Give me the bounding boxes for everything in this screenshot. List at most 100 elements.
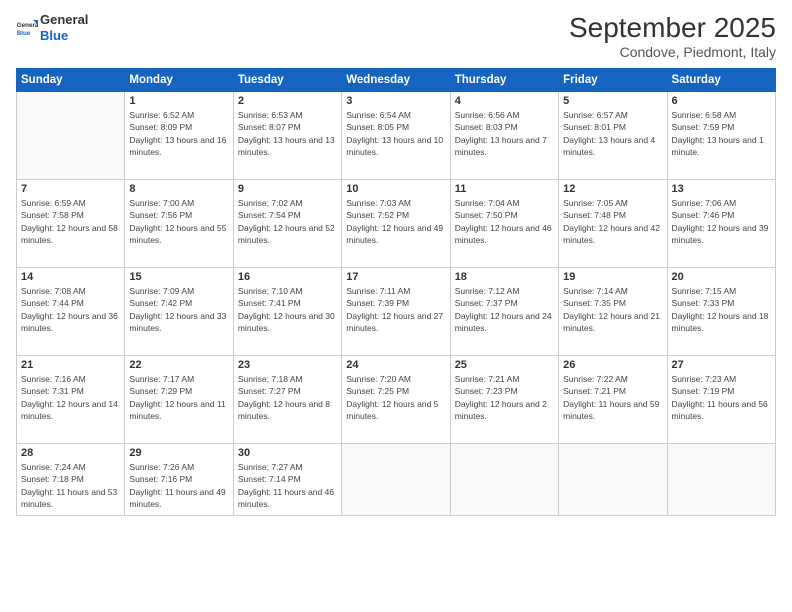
location: Condove, Piedmont, Italy (569, 44, 776, 60)
cell-info: Sunrise: 7:05 AMSunset: 7:48 PMDaylight:… (563, 197, 662, 246)
table-row: 3 Sunrise: 6:54 AMSunset: 8:05 PMDayligh… (342, 92, 450, 180)
table-row: 4 Sunrise: 6:56 AMSunset: 8:03 PMDayligh… (450, 92, 558, 180)
table-row: 20 Sunrise: 7:15 AMSunset: 7:33 PMDaylig… (667, 268, 775, 356)
table-row (559, 444, 667, 516)
header-friday: Friday (559, 69, 667, 92)
table-row: 24 Sunrise: 7:20 AMSunset: 7:25 PMDaylig… (342, 356, 450, 444)
table-row: 29 Sunrise: 7:26 AMSunset: 7:16 PMDaylig… (125, 444, 233, 516)
cell-info: Sunrise: 6:53 AMSunset: 8:07 PMDaylight:… (238, 109, 337, 158)
cell-date: 19 (563, 271, 662, 283)
table-row: 22 Sunrise: 7:17 AMSunset: 7:29 PMDaylig… (125, 356, 233, 444)
logo-icon: General Blue (16, 17, 38, 39)
cell-date: 18 (455, 271, 554, 283)
cell-date: 24 (346, 359, 445, 371)
table-row: 19 Sunrise: 7:14 AMSunset: 7:35 PMDaylig… (559, 268, 667, 356)
table-row: 9 Sunrise: 7:02 AMSunset: 7:54 PMDayligh… (233, 180, 341, 268)
table-row: 26 Sunrise: 7:22 AMSunset: 7:21 PMDaylig… (559, 356, 667, 444)
cell-info: Sunrise: 6:59 AMSunset: 7:58 PMDaylight:… (21, 197, 120, 246)
header-thursday: Thursday (450, 69, 558, 92)
table-row: 11 Sunrise: 7:04 AMSunset: 7:50 PMDaylig… (450, 180, 558, 268)
table-row (342, 444, 450, 516)
table-row: 17 Sunrise: 7:11 AMSunset: 7:39 PMDaylig… (342, 268, 450, 356)
table-row: 10 Sunrise: 7:03 AMSunset: 7:52 PMDaylig… (342, 180, 450, 268)
cell-info: Sunrise: 7:26 AMSunset: 7:16 PMDaylight:… (129, 461, 228, 510)
cell-info: Sunrise: 7:27 AMSunset: 7:14 PMDaylight:… (238, 461, 337, 510)
table-row: 30 Sunrise: 7:27 AMSunset: 7:14 PMDaylig… (233, 444, 341, 516)
cell-info: Sunrise: 7:18 AMSunset: 7:27 PMDaylight:… (238, 373, 337, 422)
table-row: 6 Sunrise: 6:58 AMSunset: 7:59 PMDayligh… (667, 92, 775, 180)
header-wednesday: Wednesday (342, 69, 450, 92)
cell-date: 9 (238, 183, 337, 195)
table-row: 8 Sunrise: 7:00 AMSunset: 7:56 PMDayligh… (125, 180, 233, 268)
table-row: 23 Sunrise: 7:18 AMSunset: 7:27 PMDaylig… (233, 356, 341, 444)
table-row: 15 Sunrise: 7:09 AMSunset: 7:42 PMDaylig… (125, 268, 233, 356)
table-row: 14 Sunrise: 7:08 AMSunset: 7:44 PMDaylig… (17, 268, 125, 356)
cell-date: 10 (346, 183, 445, 195)
header-saturday: Saturday (667, 69, 775, 92)
cell-date: 20 (672, 271, 771, 283)
cell-info: Sunrise: 7:23 AMSunset: 7:19 PMDaylight:… (672, 373, 771, 422)
cell-info: Sunrise: 7:02 AMSunset: 7:54 PMDaylight:… (238, 197, 337, 246)
table-row (450, 444, 558, 516)
cell-info: Sunrise: 7:21 AMSunset: 7:23 PMDaylight:… (455, 373, 554, 422)
cell-info: Sunrise: 7:20 AMSunset: 7:25 PMDaylight:… (346, 373, 445, 422)
cell-date: 16 (238, 271, 337, 283)
cell-info: Sunrise: 7:08 AMSunset: 7:44 PMDaylight:… (21, 285, 120, 334)
cell-info: Sunrise: 7:04 AMSunset: 7:50 PMDaylight:… (455, 197, 554, 246)
cell-date: 21 (21, 359, 120, 371)
cell-info: Sunrise: 6:58 AMSunset: 7:59 PMDaylight:… (672, 109, 771, 158)
cell-info: Sunrise: 6:54 AMSunset: 8:05 PMDaylight:… (346, 109, 445, 158)
day-header-row: Sunday Monday Tuesday Wednesday Thursday… (17, 69, 776, 92)
cell-date: 5 (563, 95, 662, 107)
cell-date: 30 (238, 447, 337, 459)
cell-date: 26 (563, 359, 662, 371)
cell-info: Sunrise: 7:03 AMSunset: 7:52 PMDaylight:… (346, 197, 445, 246)
cell-info: Sunrise: 7:00 AMSunset: 7:56 PMDaylight:… (129, 197, 228, 246)
logo: General Blue General Blue (16, 12, 88, 43)
cell-date: 27 (672, 359, 771, 371)
table-row: 21 Sunrise: 7:16 AMSunset: 7:31 PMDaylig… (17, 356, 125, 444)
cell-date: 6 (672, 95, 771, 107)
cell-date: 17 (346, 271, 445, 283)
cell-date: 28 (21, 447, 120, 459)
cell-date: 7 (21, 183, 120, 195)
title-block: September 2025 Condove, Piedmont, Italy (569, 12, 776, 60)
cell-date: 11 (455, 183, 554, 195)
logo-general-text: General (40, 12, 88, 28)
table-row: 7 Sunrise: 6:59 AMSunset: 7:58 PMDayligh… (17, 180, 125, 268)
cell-info: Sunrise: 7:12 AMSunset: 7:37 PMDaylight:… (455, 285, 554, 334)
calendar-table: Sunday Monday Tuesday Wednesday Thursday… (16, 68, 776, 516)
cell-date: 2 (238, 95, 337, 107)
cell-info: Sunrise: 7:22 AMSunset: 7:21 PMDaylight:… (563, 373, 662, 422)
table-row: 1 Sunrise: 6:52 AMSunset: 8:09 PMDayligh… (125, 92, 233, 180)
cell-info: Sunrise: 7:11 AMSunset: 7:39 PMDaylight:… (346, 285, 445, 334)
cell-info: Sunrise: 7:15 AMSunset: 7:33 PMDaylight:… (672, 285, 771, 334)
header-tuesday: Tuesday (233, 69, 341, 92)
cell-date: 15 (129, 271, 228, 283)
table-row: 27 Sunrise: 7:23 AMSunset: 7:19 PMDaylig… (667, 356, 775, 444)
table-row: 12 Sunrise: 7:05 AMSunset: 7:48 PMDaylig… (559, 180, 667, 268)
table-row (667, 444, 775, 516)
cell-info: Sunrise: 6:57 AMSunset: 8:01 PMDaylight:… (563, 109, 662, 158)
svg-text:Blue: Blue (17, 30, 31, 37)
cell-date: 23 (238, 359, 337, 371)
svg-text:General: General (17, 22, 38, 29)
cell-info: Sunrise: 7:06 AMSunset: 7:46 PMDaylight:… (672, 197, 771, 246)
cell-info: Sunrise: 6:52 AMSunset: 8:09 PMDaylight:… (129, 109, 228, 158)
table-row: 18 Sunrise: 7:12 AMSunset: 7:37 PMDaylig… (450, 268, 558, 356)
cell-date: 14 (21, 271, 120, 283)
cell-info: Sunrise: 6:56 AMSunset: 8:03 PMDaylight:… (455, 109, 554, 158)
cell-info: Sunrise: 7:17 AMSunset: 7:29 PMDaylight:… (129, 373, 228, 422)
header-monday: Monday (125, 69, 233, 92)
header-sunday: Sunday (17, 69, 125, 92)
cell-date: 1 (129, 95, 228, 107)
table-row (17, 92, 125, 180)
table-row: 2 Sunrise: 6:53 AMSunset: 8:07 PMDayligh… (233, 92, 341, 180)
table-row: 28 Sunrise: 7:24 AMSunset: 7:18 PMDaylig… (17, 444, 125, 516)
cell-info: Sunrise: 7:16 AMSunset: 7:31 PMDaylight:… (21, 373, 120, 422)
cell-date: 13 (672, 183, 771, 195)
cell-date: 25 (455, 359, 554, 371)
cell-date: 12 (563, 183, 662, 195)
cell-info: Sunrise: 7:14 AMSunset: 7:35 PMDaylight:… (563, 285, 662, 334)
table-row: 25 Sunrise: 7:21 AMSunset: 7:23 PMDaylig… (450, 356, 558, 444)
